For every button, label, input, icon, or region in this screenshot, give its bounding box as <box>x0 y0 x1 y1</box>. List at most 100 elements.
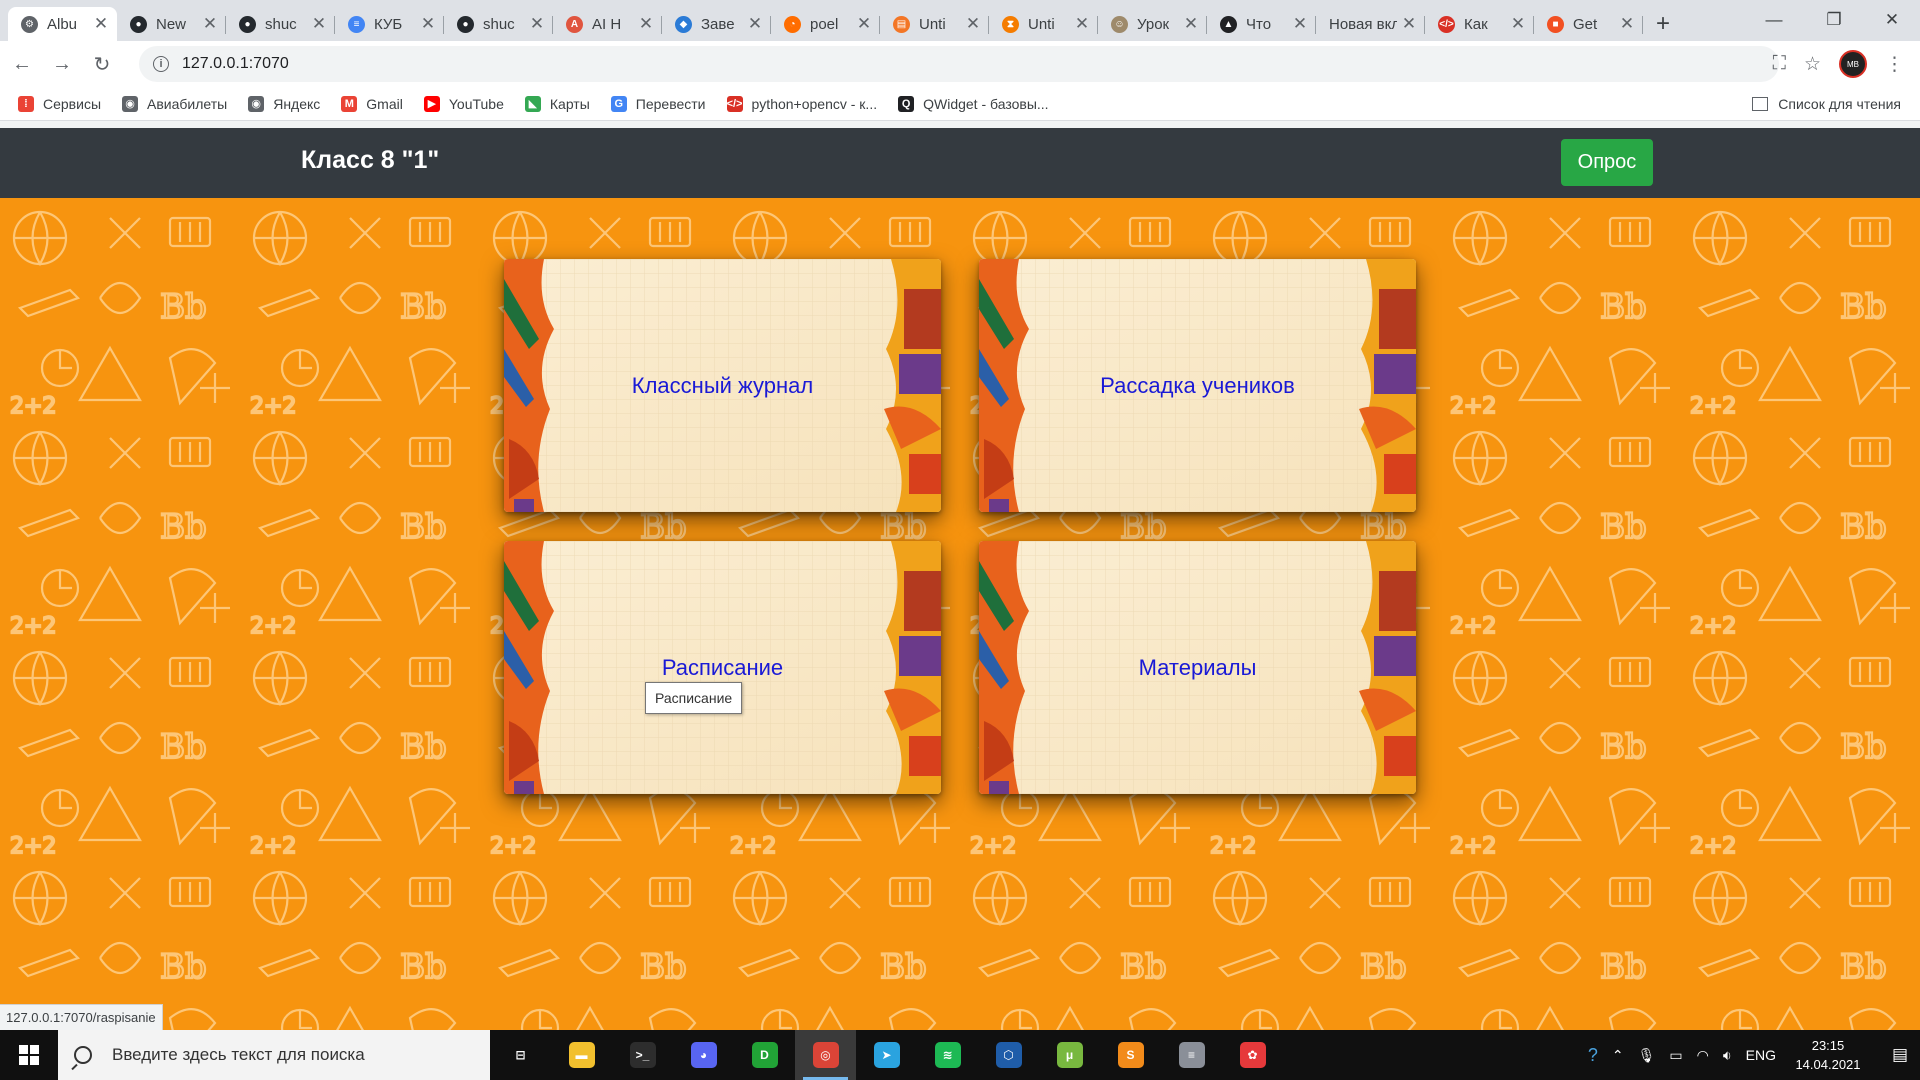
tab-close-icon[interactable]: ✕ <box>529 14 545 34</box>
taskbar-app[interactable]: μ <box>1039 1030 1100 1080</box>
tab-close-icon[interactable]: ✕ <box>1183 14 1199 34</box>
browser-tab-label: Как <box>1464 15 1488 33</box>
tab-close-icon[interactable]: ✕ <box>1074 14 1090 34</box>
address-url[interactable]: 127.0.0.1:7070 <box>182 55 289 73</box>
card-schedule[interactable]: Расписание <box>504 541 941 794</box>
taskbar-app[interactable]: ◕ <box>673 1030 734 1080</box>
reload-icon[interactable]: ↻ <box>84 46 120 82</box>
chevron-up-icon[interactable]: ⌃ <box>1612 1047 1624 1064</box>
browser-tab[interactable]: A AI H ✕ <box>553 7 662 41</box>
bookmarks-bar: ⁞ Сервисы ◉ Авиабилеты ◉ Яндекс M Gmail ▶ YouTube… <box>0 87 1920 121</box>
virtualbox-icon: ⬡ <box>995 1042 1022 1068</box>
browser-tab[interactable]: ● shuc ✕ <box>226 7 335 41</box>
chrome-tab-icon: ⚙ <box>21 15 38 33</box>
bookmark-star-icon[interactable]: ☆ <box>1804 53 1821 76</box>
reading-list-button[interactable]: Список для чтения <box>1752 87 1901 121</box>
toolbar-actions: ⛶ ☆ MB ⋮ <box>1773 46 1904 82</box>
windows-logo-icon: ■ <box>1547 15 1564 33</box>
microphone-icon[interactable]: 🎙︎ <box>1638 1047 1656 1064</box>
taskbar-app[interactable]: ▬ <box>551 1030 612 1080</box>
tab-close-icon[interactable]: ✕ <box>965 14 981 34</box>
tab-close-icon[interactable]: ✕ <box>311 14 327 34</box>
browser-tab[interactable]: ● New ✕ <box>117 7 226 41</box>
card-class-journal[interactable]: Классный журнал <box>504 259 941 512</box>
tab-close-icon[interactable]: ✕ <box>420 14 436 34</box>
survey-button[interactable]: Опрос <box>1561 139 1653 186</box>
taskbar-app[interactable]: ≡ <box>1161 1030 1222 1080</box>
taskbar-app[interactable]: ≋ <box>917 1030 978 1080</box>
back-arrow-icon[interactable]: ← <box>4 46 40 82</box>
help-icon[interactable]: ? <box>1588 1045 1598 1066</box>
bookmark-item[interactable]: ⁞ Сервисы <box>18 95 101 112</box>
clock[interactable]: 23:15 14.04.2021 <box>1790 1036 1866 1074</box>
taskbar-app[interactable]: ◎ <box>795 1030 856 1080</box>
browser-tab[interactable]: ◔ poel ✕ <box>771 7 880 41</box>
volume-icon[interactable]: 🔉︎ <box>1723 1047 1732 1064</box>
card-student-seating[interactable]: Рассадка учеников <box>979 259 1416 512</box>
site-info-icon[interactable]: i <box>153 56 169 72</box>
reading-list-label: Список для чтения <box>1778 96 1901 112</box>
menu-kebab-icon[interactable]: ⋮ <box>1885 53 1904 76</box>
taskbar-app[interactable]: S <box>1100 1030 1161 1080</box>
taskbar-search[interactable]: Введите здесь текст для поиска <box>58 1030 490 1080</box>
card-label[interactable]: Материалы <box>979 541 1416 794</box>
browser-tab[interactable]: ⧗ Unti ✕ <box>989 7 1098 41</box>
browser-tab[interactable]: ≡ КУБ ✕ <box>335 7 444 41</box>
battery-icon[interactable]: ▭ <box>1669 1047 1682 1064</box>
input-language[interactable]: ENG <box>1746 1047 1776 1063</box>
tab-close-icon[interactable]: ✕ <box>747 14 763 34</box>
maximize-icon[interactable]: ❐ <box>1806 0 1862 40</box>
tab-close-icon[interactable]: ✕ <box>1619 14 1635 34</box>
tab-strip: ⚙ Albu ✕ ● New ✕ ● shuc ✕ ≡ КУБ ✕ ● shuc ✕ A AI H ✕ ◆ Заве ✕… <box>0 0 1920 41</box>
bookmark-label: Карты <box>549 95 590 112</box>
tab-close-icon[interactable]: ✕ <box>202 14 218 34</box>
tab-close-icon[interactable]: ✕ <box>1510 14 1526 34</box>
tab-close-icon[interactable]: ✕ <box>856 14 872 34</box>
taskbar-app[interactable]: >_ <box>612 1030 673 1080</box>
bookmark-item[interactable]: ◉ Авиабилеты <box>122 95 227 112</box>
wifi-icon[interactable]: ◠ <box>1697 1047 1709 1064</box>
telegram-icon: ➤ <box>873 1042 900 1068</box>
browser-tab[interactable]: Новая вкл ✕ <box>1316 7 1425 41</box>
card-label[interactable]: Рассадка учеников <box>979 259 1416 512</box>
browser-tab[interactable]: ⚙ Albu ✕ <box>8 7 117 41</box>
bookmark-item[interactable]: </> python+opencv - к... <box>726 95 877 112</box>
browser-tab[interactable]: ▲ Что ✕ <box>1207 7 1316 41</box>
tab-close-icon[interactable]: ✕ <box>1292 14 1308 34</box>
browser-tab[interactable]: ◆ Заве ✕ <box>662 7 771 41</box>
browser-tab[interactable]: ● shuc ✕ <box>444 7 553 41</box>
bookmark-item[interactable]: Q QWidget - базовы... <box>898 95 1049 112</box>
bookmark-item[interactable]: ◣ Карты <box>524 95 590 112</box>
tab-close-icon[interactable]: ✕ <box>1401 14 1417 34</box>
sublime-icon: S <box>1117 1042 1144 1068</box>
youtube-icon: ▶ <box>423 95 440 112</box>
forward-arrow-icon[interactable]: → <box>44 46 80 82</box>
tab-close-icon[interactable]: ✕ <box>93 14 109 34</box>
taskbar-app[interactable]: ⬡ <box>978 1030 1039 1080</box>
bookmark-item[interactable]: M Gmail <box>341 95 403 112</box>
bookmark-item[interactable]: ▶ YouTube <box>423 95 504 112</box>
card-materials[interactable]: Материалы <box>979 541 1416 794</box>
taskbar-app[interactable]: ⊟ <box>490 1030 551 1080</box>
notifications-icon[interactable]: ▤ <box>1880 1030 1920 1080</box>
bookmark-item[interactable]: ◉ Яндекс <box>248 95 320 112</box>
window-close-icon[interactable]: ✕ <box>1864 0 1920 40</box>
address-bar[interactable]: i 127.0.0.1:7070 <box>139 46 1779 82</box>
new-tab-button[interactable]: + <box>1643 7 1683 41</box>
browser-tab[interactable]: ■ Get ✕ <box>1534 7 1643 41</box>
taskbar-app[interactable]: D <box>734 1030 795 1080</box>
start-button[interactable] <box>0 1030 58 1080</box>
browser-tab[interactable]: ☺ Урок ✕ <box>1098 7 1207 41</box>
taskbar-app[interactable]: ✿ <box>1222 1030 1283 1080</box>
translate-icon[interactable]: ⛶ <box>1773 53 1786 75</box>
bookmark-item[interactable]: G Перевести <box>610 95 706 112</box>
minimize-icon[interactable]: — <box>1746 0 1802 40</box>
taskbar-app[interactable]: ➤ <box>856 1030 917 1080</box>
card-label[interactable]: Расписание <box>504 541 941 794</box>
tab-close-icon[interactable]: ✕ <box>638 14 654 34</box>
card-label[interactable]: Классный журнал <box>504 259 941 512</box>
class-title[interactable]: Класс 8 "1" <box>301 146 439 175</box>
profile-avatar[interactable]: MB <box>1839 50 1867 78</box>
browser-tab[interactable]: </> Как ✕ <box>1425 7 1534 41</box>
browser-tab[interactable]: ▤ Unti ✕ <box>880 7 989 41</box>
